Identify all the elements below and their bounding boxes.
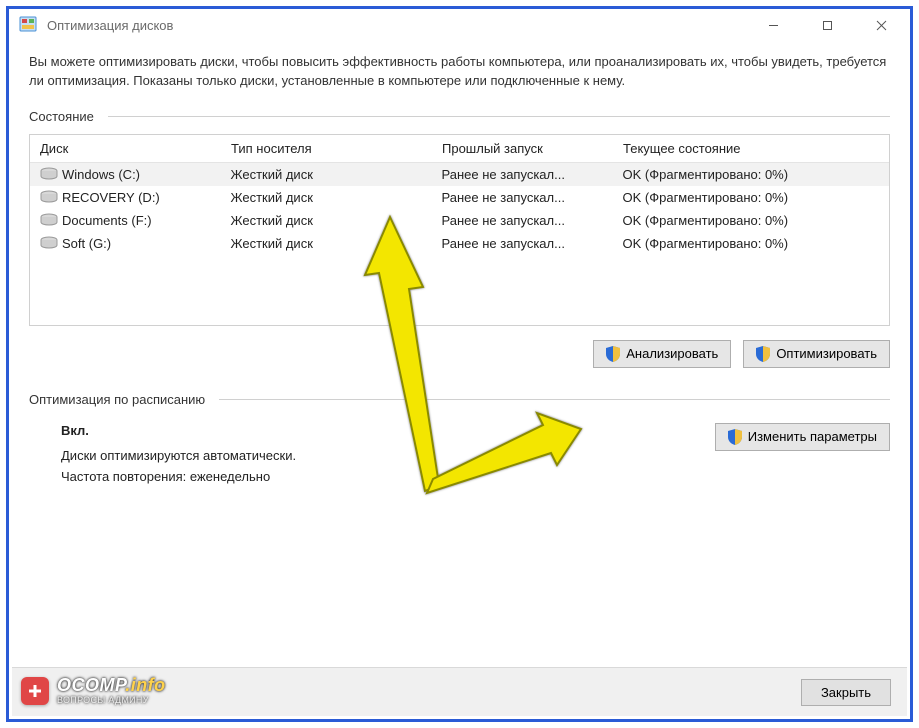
drive-name: Windows (C:)	[62, 167, 140, 182]
minimize-button[interactable]	[750, 10, 796, 40]
optimize-button-label: Оптимизировать	[776, 346, 877, 361]
state-section-label: Состояние	[29, 109, 94, 124]
drive-status: OK (Фрагментировано: 0%)	[613, 162, 889, 186]
drive-last-run: Ранее не запускал...	[432, 162, 613, 186]
schedule-frequency-text: Частота повторения: еженедельно	[61, 469, 695, 484]
divider	[219, 399, 890, 400]
drive-media: Жесткий диск	[221, 209, 432, 232]
table-row[interactable]: Soft (G:) Жесткий дискРанее не запускал..…	[30, 232, 889, 255]
shield-icon	[728, 429, 742, 445]
window-title: Оптимизация дисков	[47, 18, 173, 33]
titlebar: Оптимизация дисков	[9, 9, 910, 41]
hard-disk-icon	[40, 213, 58, 227]
shield-icon	[756, 346, 770, 362]
schedule-on-label: Вкл.	[61, 423, 695, 438]
table-row[interactable]: RECOVERY (D:) Жесткий дискРанее не запуск…	[30, 186, 889, 209]
change-params-button-label: Изменить параметры	[748, 429, 877, 444]
watermark-tagline: ВОПРОСЫ АДМИНУ	[57, 696, 166, 705]
drive-name: Soft (G:)	[62, 236, 111, 251]
divider	[108, 116, 890, 117]
col-disk[interactable]: Диск	[30, 135, 221, 163]
watermark-brand: OCOMP	[57, 675, 125, 695]
maximize-button[interactable]	[804, 10, 850, 40]
table-row[interactable]: Documents (F:) Жесткий дискРанее не запус…	[30, 209, 889, 232]
close-dialog-button[interactable]: Закрыть	[801, 679, 891, 706]
drive-last-run: Ранее не запускал...	[432, 209, 613, 232]
intro-text: Вы можете оптимизировать диски, чтобы по…	[29, 53, 890, 91]
drives-table[interactable]: Диск Тип носителя Прошлый запуск Текущее…	[30, 135, 889, 255]
close-dialog-button-label: Закрыть	[821, 685, 871, 700]
analyze-button[interactable]: Анализировать	[593, 340, 731, 368]
drive-media: Жесткий диск	[221, 232, 432, 255]
hard-disk-icon	[40, 167, 58, 181]
shield-icon	[606, 346, 620, 362]
schedule-section-label: Оптимизация по расписанию	[29, 392, 205, 407]
drive-name: RECOVERY (D:)	[62, 190, 160, 205]
analyze-button-label: Анализировать	[626, 346, 718, 361]
drive-status: OK (Фрагментировано: 0%)	[613, 186, 889, 209]
drives-table-container: Диск Тип носителя Прошлый запуск Текущее…	[29, 134, 890, 326]
col-status[interactable]: Текущее состояние	[613, 135, 889, 163]
change-params-button[interactable]: Изменить параметры	[715, 423, 890, 451]
drive-last-run: Ранее не запускал...	[432, 186, 613, 209]
schedule-auto-text: Диски оптимизируются автоматически.	[61, 448, 695, 463]
app-icon	[19, 16, 37, 34]
drive-status: OK (Фрагментировано: 0%)	[613, 209, 889, 232]
col-lastrun[interactable]: Прошлый запуск	[432, 135, 613, 163]
close-button[interactable]	[858, 10, 904, 40]
drive-last-run: Ранее не запускал...	[432, 232, 613, 255]
drive-media: Жесткий диск	[221, 186, 432, 209]
hard-disk-icon	[40, 190, 58, 204]
hard-disk-icon	[40, 236, 58, 250]
drive-status: OK (Фрагментировано: 0%)	[613, 232, 889, 255]
watermark: OCOMP.info ВОПРОСЫ АДМИНУ	[21, 676, 166, 705]
watermark-badge-icon	[21, 677, 49, 705]
table-row[interactable]: Windows (C:) Жесткий дискРанее не запуска…	[30, 162, 889, 186]
drive-media: Жесткий диск	[221, 162, 432, 186]
optimize-button[interactable]: Оптимизировать	[743, 340, 890, 368]
watermark-suffix: .info	[125, 675, 166, 695]
drive-name: Documents (F:)	[62, 213, 152, 228]
col-media[interactable]: Тип носителя	[221, 135, 432, 163]
